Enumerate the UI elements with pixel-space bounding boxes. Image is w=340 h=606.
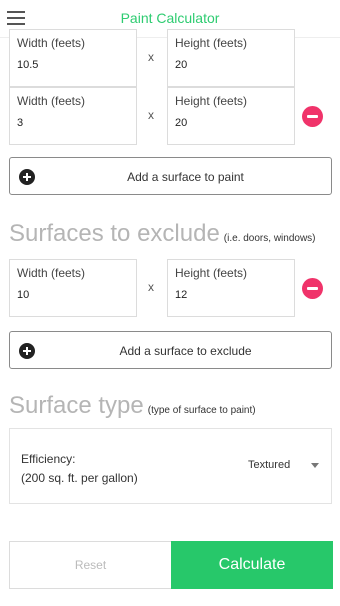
height-value: 12 xyxy=(175,289,188,301)
surface-type-panel: Efficiency: (200 sq. ft. per gallon) Tex… xyxy=(9,428,332,504)
width-value: 3 xyxy=(17,117,24,129)
width-label: Width (feets) xyxy=(17,94,86,108)
app-title: Paint Calculator xyxy=(120,10,220,26)
times-sign: x xyxy=(148,50,154,64)
reset-button[interactable]: Reset xyxy=(10,542,171,588)
height-value: 20 xyxy=(175,59,188,71)
width-value: 10 xyxy=(17,289,30,301)
height-field[interactable]: Height (feets) 12 xyxy=(167,259,295,317)
width-value: 10.5 xyxy=(17,59,39,71)
width-field[interactable]: Width (feets) 10 xyxy=(9,259,137,317)
width-label: Width (feets) xyxy=(17,36,86,50)
remove-surface-button[interactable] xyxy=(302,106,323,127)
calculate-button[interactable]: Calculate xyxy=(171,541,333,589)
paint-surface-row: Width (feets) 10.5 x Height (feets) 20 xyxy=(0,29,340,87)
dropdown-caret-icon[interactable] xyxy=(311,463,319,468)
exclude-note: (i.e. doors, windows) xyxy=(223,233,316,244)
add-surface-to-paint-label: Add a surface to paint xyxy=(127,170,244,184)
width-field[interactable]: Width (feets) 10.5 xyxy=(9,29,137,87)
width-label: Width (feets) xyxy=(17,266,86,280)
surface-type-title-text: Surface type xyxy=(9,392,144,419)
efficiency-title: Efficiency: xyxy=(21,452,76,466)
surface-type-section-title: Surface type (type of surface to paint) xyxy=(9,392,256,420)
add-surface-to-exclude-button[interactable]: Add a surface to exclude xyxy=(9,331,332,369)
height-field[interactable]: Height (feets) 20 xyxy=(167,29,295,87)
surface-type-note: (type of surface to paint) xyxy=(147,405,256,416)
height-field[interactable]: Height (feets) 20 xyxy=(167,87,295,145)
exclude-surface-row: Width (feets) 10 x Height (feets) 12 xyxy=(0,259,340,317)
exclude-section-title: Surfaces to exclude (i.e. doors, windows) xyxy=(9,220,316,248)
times-sign: x xyxy=(148,280,154,294)
efficiency-label: Efficiency: (200 sq. ft. per gallon) xyxy=(21,450,138,488)
efficiency-value: (200 sq. ft. per gallon) xyxy=(21,471,138,485)
remove-exclusion-button[interactable] xyxy=(302,278,323,299)
add-surface-to-paint-button[interactable]: Add a surface to paint xyxy=(9,157,332,195)
width-field[interactable]: Width (feets) 3 xyxy=(9,87,137,145)
height-label: Height (feets) xyxy=(175,36,248,50)
plus-circle-icon xyxy=(19,169,35,185)
add-surface-to-exclude-label: Add a surface to exclude xyxy=(119,344,252,358)
surface-type-select[interactable]: Textured xyxy=(248,459,290,471)
height-label: Height (feets) xyxy=(175,94,248,108)
plus-circle-icon xyxy=(19,343,35,359)
paint-surface-row: Width (feets) 3 x Height (feets) 20 xyxy=(0,87,340,145)
exclude-title-text: Surfaces to exclude xyxy=(9,220,220,247)
height-value: 20 xyxy=(175,117,188,129)
times-sign: x xyxy=(148,108,154,122)
height-label: Height (feets) xyxy=(175,266,248,280)
action-bar: Reset Calculate xyxy=(9,541,333,589)
